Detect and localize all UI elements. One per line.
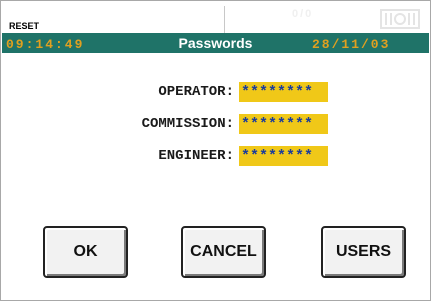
top-bar: RESET 0/0 [2,2,429,33]
operator-label: OPERATOR: [158,84,234,100]
commission-password-field[interactable]: ******** [239,114,328,134]
ok-button[interactable]: OK [43,226,128,278]
signal-indicator-icon [380,9,420,29]
engineer-password-field[interactable]: ******** [239,146,328,166]
top-bar-divider [224,6,225,33]
operator-row: OPERATOR: ******** [1,82,431,102]
cancel-button[interactable]: CANCEL [181,226,266,278]
commission-label: COMMISSION: [141,116,234,132]
password-panel: RESET 0/0 Passwords 09:14:49 28/11/03 OP… [0,0,431,301]
engineer-label: ENGINEER: [158,148,234,164]
alarm-counter: 0/0 [292,8,314,20]
users-button[interactable]: USERS [321,226,406,278]
reset-button[interactable]: RESET [9,21,39,31]
clock-date: 28/11/03 [312,37,391,52]
status-bar: Passwords 09:14:49 28/11/03 [2,33,429,53]
operator-password-field[interactable]: ******** [239,82,328,102]
engineer-row: ENGINEER: ******** [1,146,431,166]
clock-time: 09:14:49 [6,37,85,52]
commission-row: COMMISSION: ******** [1,114,431,134]
